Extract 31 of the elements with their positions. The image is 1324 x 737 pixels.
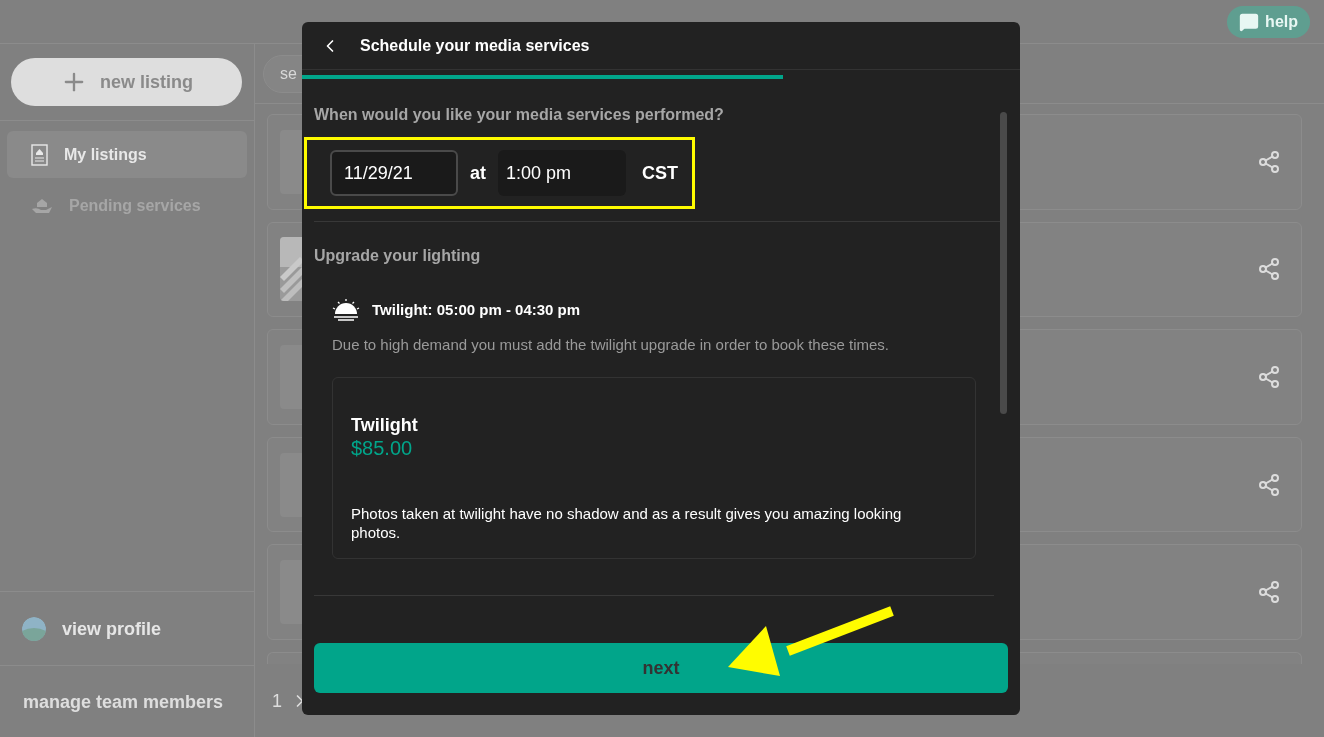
page-number[interactable]: 1 <box>272 686 282 715</box>
notice-title: Twilight: 05:00 pm - 04:30 pm <box>372 299 581 320</box>
new-listing-button[interactable]: new listing <box>11 58 242 106</box>
upgrade-name: Twilight <box>351 413 419 436</box>
share-icon[interactable] <box>1257 257 1281 282</box>
question-label: When would you like your media services performed? <box>314 105 725 125</box>
manage-team-link[interactable]: manage team members <box>23 687 224 716</box>
section-title: Upgrade your lighting <box>314 246 482 266</box>
avatar <box>22 616 46 641</box>
sunset-icon <box>332 298 360 322</box>
share-icon[interactable] <box>1257 149 1281 174</box>
dialog-title: Schedule your media services <box>360 35 590 56</box>
hand-house-icon <box>31 196 53 215</box>
at-label: at <box>470 162 486 185</box>
notice-text: Due to high demand you must add the twilight upgrade in order to book these times. <box>332 335 890 355</box>
document-icon <box>31 143 48 166</box>
sidebar-item[interactable]: My listings <box>7 131 247 178</box>
upgrade-price: $85.00 <box>351 436 414 461</box>
timezone-label: CST <box>642 162 678 185</box>
next-button[interactable]: next <box>314 643 1008 693</box>
upgrade-description: Photos taken at twilight have no shadow and as a result gives you amazing looking photos. <box>351 505 903 543</box>
scrollbar[interactable] <box>1000 112 1007 414</box>
upgrade-card[interactable]: Twilight $85.00 Photos taken at twilight have no shadow and as a result gives you amazing looking photos. <box>332 376 976 559</box>
help-button[interactable]: help <box>1227 6 1310 38</box>
share-icon[interactable] <box>1257 365 1281 389</box>
share-icon[interactable] <box>1257 580 1281 605</box>
time-field[interactable]: 1:00 pm <box>498 150 626 196</box>
date-field[interactable]: 11/29/21 <box>330 150 458 196</box>
chat-icon <box>1239 12 1260 32</box>
share-icon[interactable] <box>1257 472 1281 497</box>
view-profile-link[interactable]: view profile <box>62 614 162 643</box>
